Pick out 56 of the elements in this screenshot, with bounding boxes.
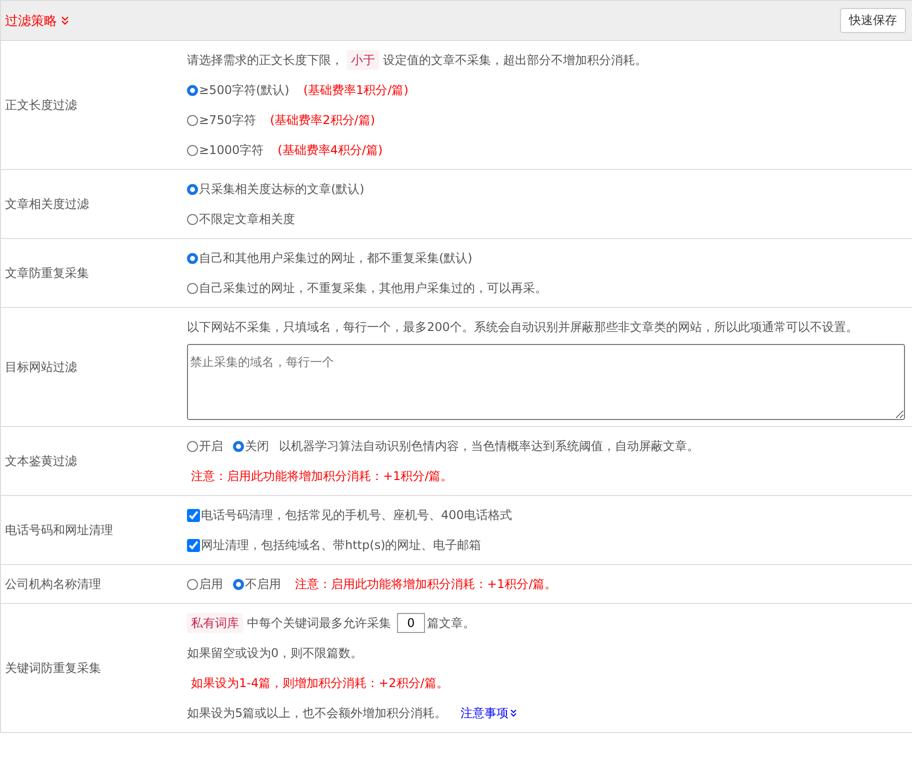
checkbox-option[interactable]: 网址清理，包括纯域名、带http(s)的网址、电子邮箱 bbox=[187, 530, 482, 560]
radio-option[interactable]: ≥500字符(默认) bbox=[187, 75, 290, 105]
checkbox-option[interactable]: 电话号码清理，包括常见的手机号、座机号、400电话格式 bbox=[187, 500, 512, 530]
radio-button[interactable] bbox=[187, 114, 198, 126]
description-text: 设定值的文章不采集，超出部分不增加积分消耗。 bbox=[383, 52, 647, 69]
note-text: 如果设为1-4篇，则增加积分消耗：+2积分/篇。 bbox=[191, 675, 448, 692]
setting-label: 电话号码和网址清理 bbox=[4, 522, 114, 538]
notes-link[interactable]: 注意事项 bbox=[460, 698, 517, 728]
note-text: 注意：启用此功能将增加积分消耗：+1积分/篇。 bbox=[191, 468, 453, 485]
checkbox[interactable] bbox=[187, 508, 200, 522]
radio-option[interactable]: 只采集相关度达标的文章(默认) bbox=[187, 174, 364, 204]
note-text: 注意：启用此功能将增加积分消耗：+1积分/篇。 bbox=[295, 576, 557, 593]
radio-option[interactable]: 自己采集过的网址，不重复采集，其他用户采集过的，可以再采。 bbox=[187, 273, 547, 303]
radio-button[interactable] bbox=[233, 440, 244, 452]
radio-button[interactable] bbox=[187, 282, 198, 294]
description-text: 篇文章。 bbox=[427, 615, 475, 632]
description-text: 以机器学习算法自动识别色情内容，当色情概率达到系统阈值，自动屏蔽文章。 bbox=[279, 438, 699, 455]
note-text: (基础费率1积分/篇) bbox=[303, 82, 408, 99]
count-input-field[interactable]: 0 bbox=[397, 613, 425, 633]
radio-option[interactable]: ≥750字符 bbox=[187, 105, 256, 135]
note-text: (基础费率4积分/篇) bbox=[278, 142, 383, 159]
setting-label: 关键词防重复采集 bbox=[4, 660, 102, 676]
radio-button[interactable] bbox=[187, 84, 198, 96]
setting-label: 文章防重复采集 bbox=[4, 264, 90, 282]
radio-option[interactable]: 关闭 bbox=[233, 431, 269, 461]
quick-save-button[interactable]: 快速保存 bbox=[840, 8, 906, 33]
chevron-down-icon bbox=[510, 709, 517, 717]
description-text: 请选择需求的正文长度下限， bbox=[187, 52, 343, 69]
radio-button[interactable] bbox=[233, 578, 244, 590]
radio-option[interactable]: ≥1000字符 bbox=[187, 135, 264, 165]
radio-button[interactable] bbox=[187, 578, 198, 590]
radio-button[interactable] bbox=[187, 214, 198, 224]
tag: 私有词库 bbox=[187, 613, 243, 633]
radio-option[interactable]: 开启 bbox=[187, 431, 223, 461]
radio-button[interactable] bbox=[187, 252, 198, 264]
radio-option[interactable]: 自己和其他用户采集过的网址，都不重复采集(默认) bbox=[187, 243, 472, 273]
setting-label: 公司机构名称清理 bbox=[4, 576, 102, 592]
setting-label: 目标网站过滤 bbox=[4, 358, 78, 376]
description-text: 以下网站不采集，只填域名，每行一个，最多200个。系统会自动识别并屏蔽那些非文章类的网站，所以此项通常可以不设置。 bbox=[187, 319, 858, 336]
setting-label: 正文长度过滤 bbox=[4, 96, 78, 114]
radio-option[interactable]: 启用 bbox=[187, 569, 223, 599]
note-text: (基础费率2积分/篇) bbox=[270, 112, 376, 129]
checkbox[interactable] bbox=[187, 538, 200, 552]
description-text: 如果留空或设为0，则不限篇数。 bbox=[187, 645, 363, 662]
setting-label: 文章相关度过滤 bbox=[4, 196, 90, 212]
radio-button[interactable] bbox=[187, 144, 198, 156]
setting-label: 文本鉴黄过滤 bbox=[4, 452, 78, 470]
radio-option[interactable]: 不限定文章相关度 bbox=[187, 204, 295, 234]
description-text: 中每个关键词最多允许采集 bbox=[247, 615, 391, 632]
tag: 小于 bbox=[347, 50, 379, 70]
description-text: 如果设为5篇或以上，也不会额外增加积分消耗。 bbox=[187, 705, 447, 722]
domain-input-field[interactable]: 禁止采集的域名，每行一个 bbox=[187, 344, 905, 420]
radio-button[interactable] bbox=[187, 440, 198, 452]
radio-button[interactable] bbox=[187, 184, 198, 194]
chevron-down-icon bbox=[61, 16, 69, 25]
radio-option[interactable]: 不启用 bbox=[233, 569, 281, 599]
